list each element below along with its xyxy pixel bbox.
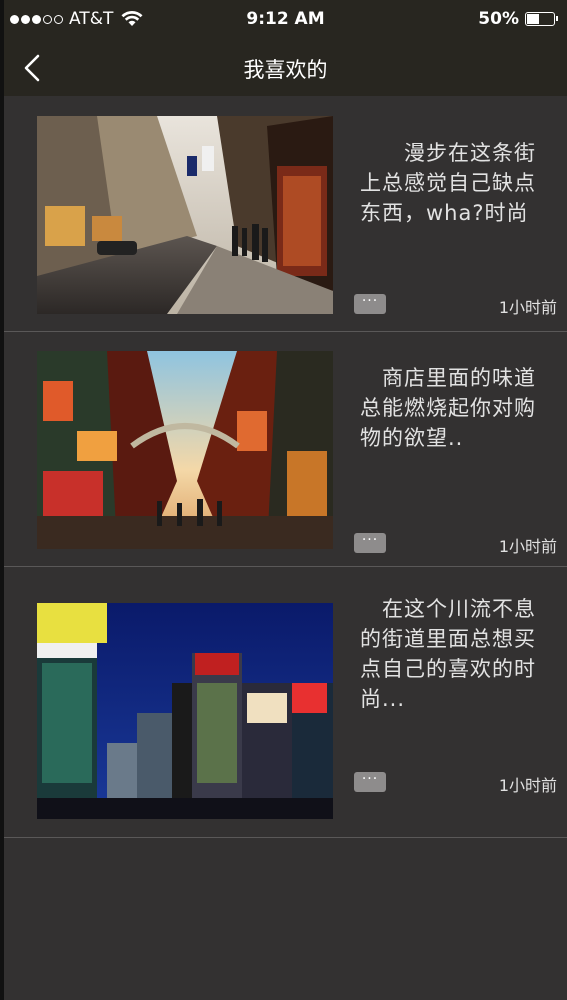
battery-icon — [525, 12, 558, 26]
battery-group: 50% — [478, 9, 558, 29]
more-button[interactable]: ··· — [354, 533, 386, 553]
item-text: 商店里面的味道总能燃烧起你对购物的欲望.. — [360, 366, 536, 450]
page-title: 我喜欢的 — [243, 58, 328, 82]
timestamp: 1小时前 — [498, 298, 557, 317]
more-button[interactable]: ··· — [354, 772, 386, 792]
list-item[interactable]: 商店里面的味道总能燃烧起你对购物的欲望.. ··· 1小时前 — [4, 332, 567, 567]
favorites-list: 漫步在这条街上总感觉自己缺点东西，wha?时尚 ··· 1小时前 商店里面的味道… — [4, 96, 567, 838]
battery-percent: 50% — [478, 9, 519, 29]
city-night-billboards-photo[interactable] — [37, 603, 333, 819]
timestamp: 1小时前 — [498, 776, 557, 795]
more-button[interactable]: ··· — [354, 294, 386, 314]
status-bar: AT&T 9:12 AM 50% — [4, 0, 567, 40]
list-item[interactable]: 在这个川流不息的街道里面总想买点自己的喜欢的时尚... ··· 1小时前 — [4, 567, 567, 838]
item-text: 在这个川流不息的街道里面总想买点自己的喜欢的时尚... — [360, 597, 536, 711]
item-text: 漫步在这条街上总感觉自己缺点东西，wha?时尚 — [360, 141, 536, 225]
nav-bar: 我喜欢的 — [4, 40, 567, 96]
timestamp: 1小时前 — [498, 537, 557, 556]
list-item[interactable]: 漫步在这条街上总感觉自己缺点东西，wha?时尚 ··· 1小时前 — [4, 96, 567, 332]
shopping-street-arch-photo[interactable] — [37, 351, 333, 549]
street-scene-photo[interactable] — [37, 116, 333, 314]
